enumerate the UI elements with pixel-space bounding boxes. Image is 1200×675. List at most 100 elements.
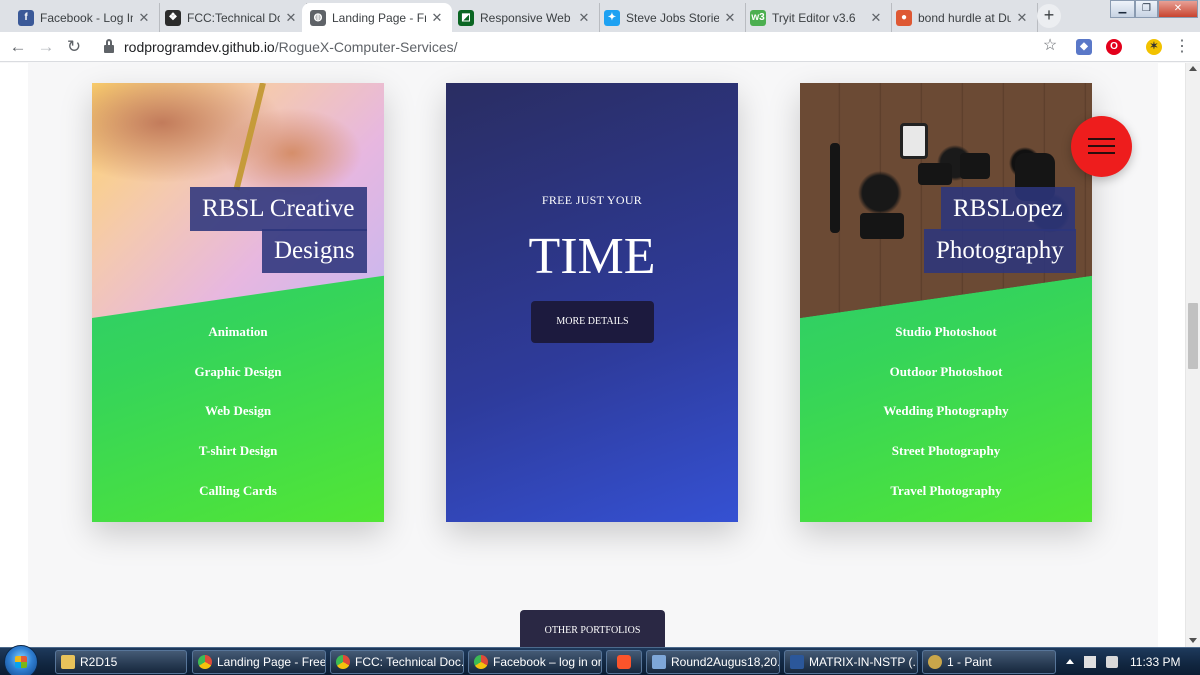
reload-icon[interactable]: ↻ xyxy=(64,37,84,57)
tab-landing-page[interactable]: ◍ Landing Page - Fre ✕ xyxy=(302,3,452,32)
tab-label: FCC:Technical Docu xyxy=(187,10,280,25)
tray-expand-icon[interactable] xyxy=(1066,659,1074,664)
lock-icon[interactable] xyxy=(104,39,114,53)
document-icon xyxy=(652,655,666,669)
lens-illustration xyxy=(860,213,904,239)
close-icon[interactable]: ✕ xyxy=(577,10,591,26)
twitter-icon: ✦ xyxy=(604,9,620,26)
duckduckgo-icon: ● xyxy=(896,9,912,26)
tab-facebook[interactable]: f Facebook - Log In o ✕ xyxy=(10,3,160,32)
close-icon[interactable]: ✕ xyxy=(137,10,151,26)
hamburger-icon xyxy=(1088,145,1115,147)
photography-title-line2: Photography xyxy=(924,229,1076,273)
list-item: Calling Cards xyxy=(199,482,277,498)
windows-taskbar: R2D15 Landing Page - Free... FCC: Techni… xyxy=(0,645,1200,675)
camera-illustration xyxy=(960,153,990,179)
hamburger-menu-button[interactable] xyxy=(1071,116,1132,177)
taskbar-item-paint[interactable]: 1 - Paint xyxy=(922,650,1056,674)
globe-icon: ◍ xyxy=(310,9,326,26)
close-icon[interactable]: ✕ xyxy=(1015,10,1029,26)
forward-icon[interactable]: → xyxy=(36,37,56,57)
close-icon[interactable]: ✕ xyxy=(430,10,444,26)
list-item: Graphic Design xyxy=(194,363,282,379)
camera-illustration xyxy=(918,163,952,185)
taskbar-item-facebook[interactable]: Facebook – log in or... xyxy=(468,650,602,674)
maximize-icon[interactable]: ❐ xyxy=(1135,0,1158,18)
tab-fcc[interactable]: ❖ FCC:Technical Docu ✕ xyxy=(157,3,307,32)
card-creative-designs: RBSL Creative Designs Animation Graphic … xyxy=(92,83,384,522)
pen-illustration xyxy=(233,83,266,191)
card-photography: RBSLopez Photography Studio Photoshoot O… xyxy=(800,83,1092,522)
freecodecamp-icon: ❖ xyxy=(165,9,181,26)
chrome-icon xyxy=(198,655,212,669)
browser-toolbar: ← → ↻ rodprogramdev.github.io/RogueX-Com… xyxy=(0,32,1200,62)
taskbar-item-fcc[interactable]: FCC: Technical Doc... xyxy=(330,650,464,674)
list-item: Web Design xyxy=(204,403,272,419)
start-button[interactable] xyxy=(4,645,38,675)
taskbar-label: Landing Page - Free... xyxy=(217,655,326,669)
folder-icon xyxy=(61,655,75,669)
close-icon[interactable]: ✕ xyxy=(723,10,737,26)
taskbar-label: Facebook – log in or... xyxy=(493,655,602,669)
creative-title-line2: Designs xyxy=(262,229,367,273)
list-item: Wedding Photography xyxy=(883,403,1009,419)
list-item: T-shirt Design xyxy=(198,443,278,459)
creative-title-line1: RBSL Creative xyxy=(190,187,367,231)
taskbar-label: Round2Augus18,20... xyxy=(671,655,780,669)
facebook-icon: f xyxy=(18,9,34,26)
taskbar-item-folder[interactable]: R2D15 xyxy=(55,650,187,674)
close-window-icon[interactable]: ✕ xyxy=(1158,0,1198,18)
list-item: Animation xyxy=(208,324,268,339)
list-item: Travel Photography xyxy=(890,482,1002,498)
clock[interactable]: 11:33 PM xyxy=(1130,652,1180,672)
bookmark-star-icon[interactable]: ☆ xyxy=(1040,36,1060,56)
menu-dots-icon[interactable]: ⋮ xyxy=(1172,37,1192,57)
close-icon[interactable]: ✕ xyxy=(869,10,883,26)
address-bar[interactable]: rodprogramdev.github.io/RogueX-Computer-… xyxy=(94,35,1070,59)
tablet-illustration xyxy=(900,123,928,159)
action-center-flag-icon[interactable] xyxy=(1084,656,1096,668)
page-scrollbar[interactable] xyxy=(1185,63,1200,647)
taskbar-item-word[interactable]: MATRIX-IN-NSTP (... xyxy=(784,650,918,674)
word-icon xyxy=(790,655,804,669)
browser-tab-strip: f Facebook - Log In o ✕ ❖ FCC:Technical … xyxy=(0,0,1200,32)
close-icon[interactable]: ✕ xyxy=(284,10,298,26)
photography-title-line1: RBSLopez xyxy=(941,187,1075,231)
tab-duckduckgo[interactable]: ● bond hurdle at Duc ✕ xyxy=(888,3,1038,32)
tab-label: Responsive Web D xyxy=(480,10,573,25)
chrome-icon xyxy=(336,655,350,669)
scroll-down-icon[interactable] xyxy=(1189,638,1197,643)
more-details-button[interactable]: MORE DETAILS xyxy=(531,301,654,343)
codepen-icon: ◩ xyxy=(458,9,474,26)
photography-services-list: Studio Photoshoot Outdoor Photoshoot Wed… xyxy=(800,319,1092,517)
taskbar-item-landing-page[interactable]: Landing Page - Free... xyxy=(192,650,326,674)
tab-steve-jobs[interactable]: ✦ Steve Jobs Stories ✕ xyxy=(596,3,746,32)
tab-label: Landing Page - Fre xyxy=(332,10,426,25)
tab-responsive-web[interactable]: ◩ Responsive Web D ✕ xyxy=(450,3,600,32)
volume-icon[interactable] xyxy=(1106,656,1118,668)
page-viewport: RBSL Creative Designs Animation Graphic … xyxy=(0,63,1185,647)
taskbar-item-brave[interactable] xyxy=(606,650,642,674)
taskbar-item-document[interactable]: Round2Augus18,20... xyxy=(646,650,780,674)
list-item: Street Photography xyxy=(891,443,1001,459)
taskbar-label: 1 - Paint xyxy=(947,655,992,669)
tab-label: Steve Jobs Stories xyxy=(626,10,719,25)
list-item: Outdoor Photoshoot xyxy=(889,363,1003,379)
free-headline: TIME xyxy=(528,228,656,285)
other-portfolios-button[interactable]: OTHER PORTFOLIOS xyxy=(520,610,665,647)
back-icon[interactable]: ← xyxy=(8,37,28,57)
new-tab-button[interactable]: + xyxy=(1037,4,1061,28)
tab-label: bond hurdle at Duc xyxy=(918,10,1011,25)
scroll-thumb[interactable] xyxy=(1188,303,1198,369)
opera-extension-icon[interactable]: O xyxy=(1106,39,1122,55)
url-path: /RogueX-Computer-Services/ xyxy=(274,39,458,55)
tab-tryit-editor[interactable]: w3 Tryit Editor v3.6 ✕ xyxy=(742,3,892,32)
tab-label: Facebook - Log In o xyxy=(40,10,133,25)
scroll-up-icon[interactable] xyxy=(1189,66,1197,71)
free-subtitle: FREE JUST YOUR xyxy=(541,193,643,207)
w3schools-icon: w3 xyxy=(750,9,766,26)
avatar-extension-icon[interactable]: ✶ xyxy=(1146,39,1162,55)
shield-extension-icon[interactable]: ◆ xyxy=(1076,39,1092,55)
minimize-icon[interactable]: ▁ xyxy=(1110,0,1135,18)
url-host: rodprogramdev.github.io xyxy=(124,39,275,55)
